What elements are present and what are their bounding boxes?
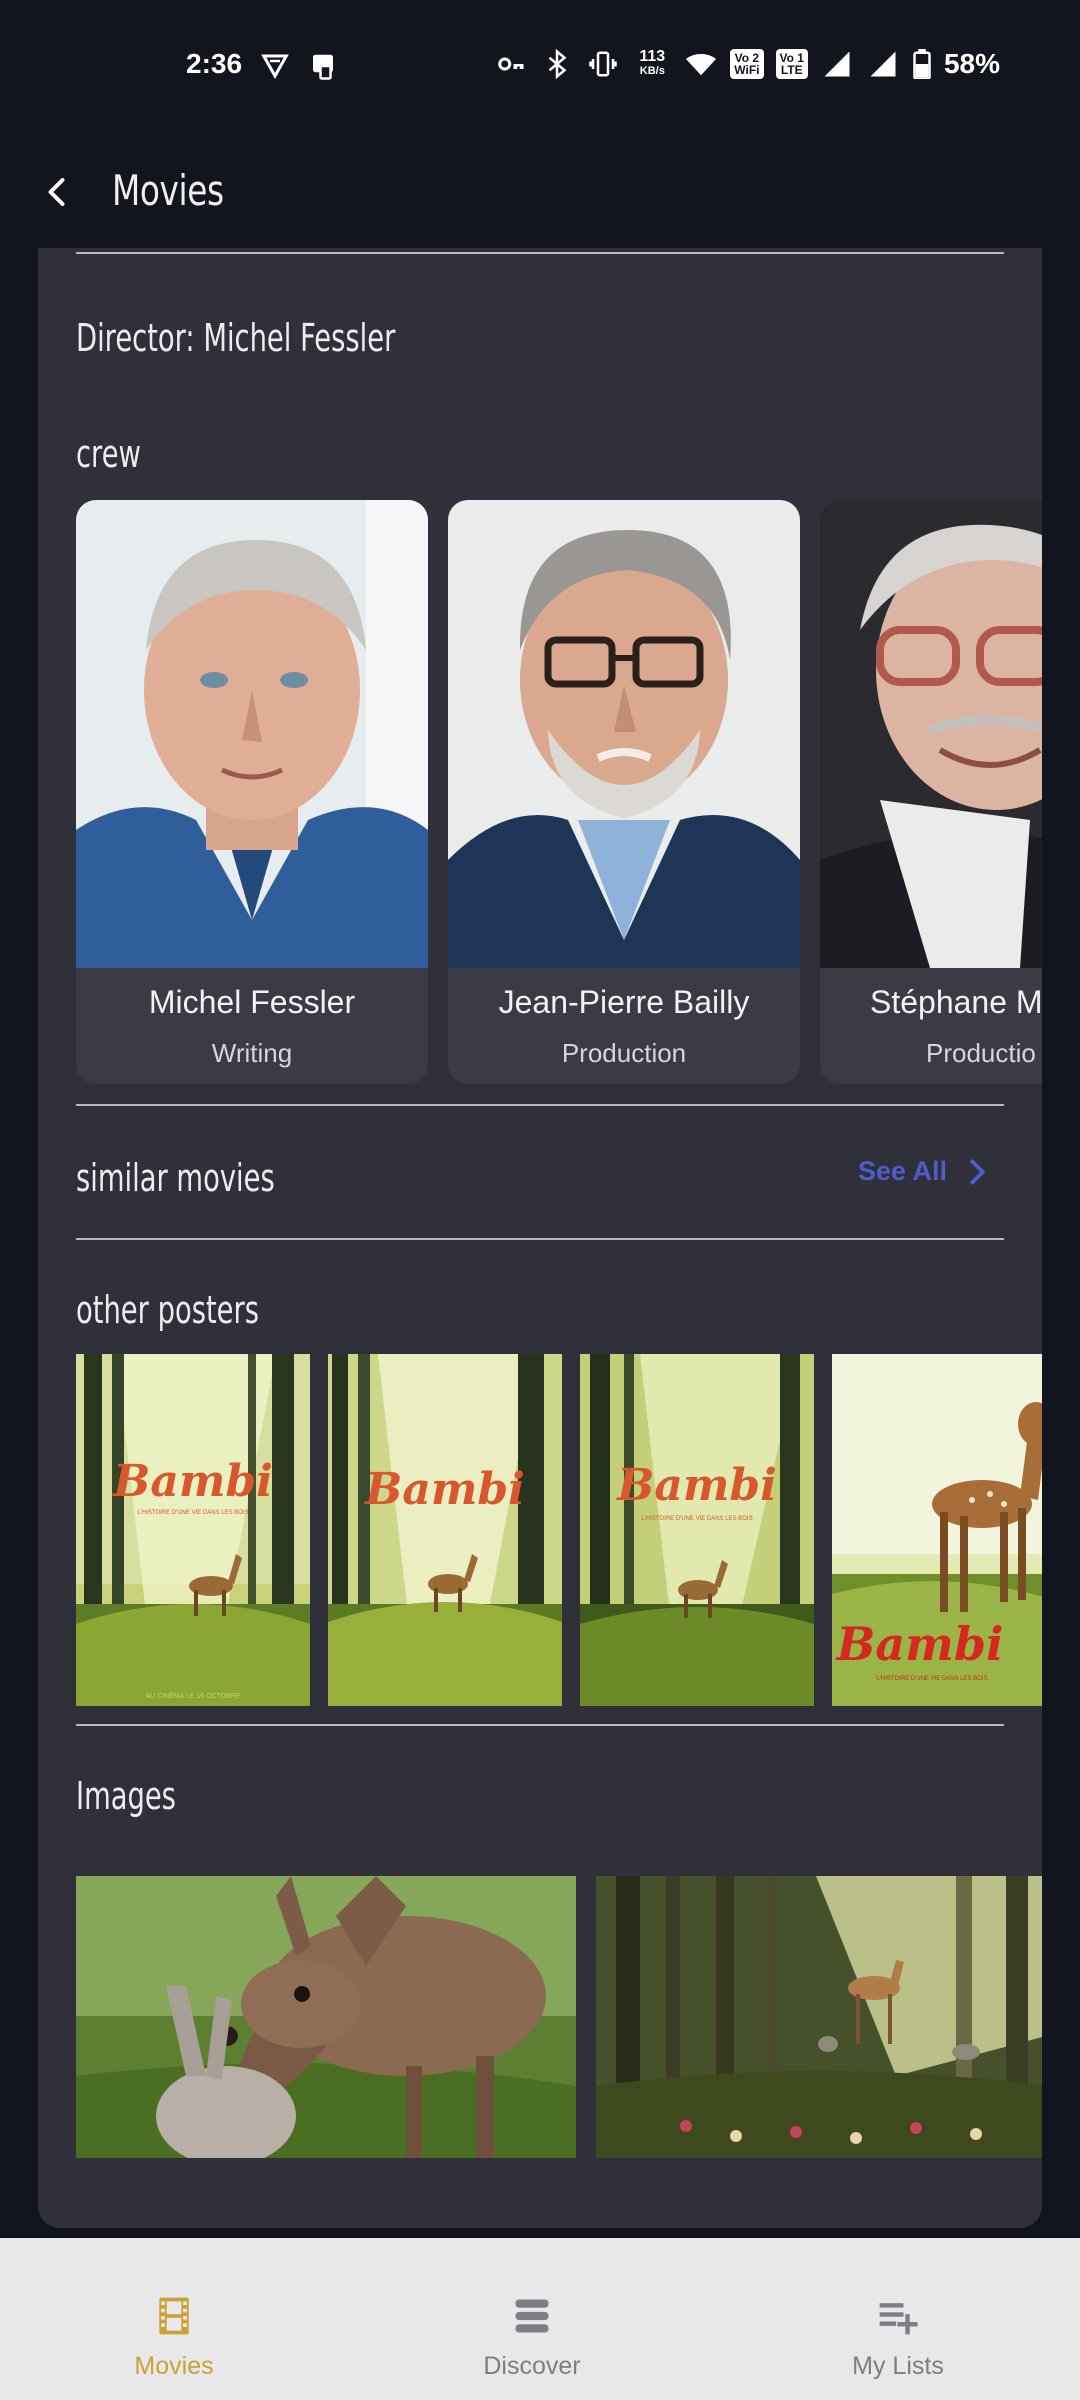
battery-level: 58% <box>943 48 1000 79</box>
chip-wifi-bottom: WiFi <box>734 63 760 77</box>
see-all-button[interactable]: See All <box>858 1156 991 1187</box>
images-list[interactable] <box>76 1876 1042 2158</box>
poster-tagline: L'HISTOIRE D'UNE VIE DANS LES BOIS <box>641 1516 752 1522</box>
crew-card[interactable]: Stéphane Mi Productio <box>820 500 1042 1084</box>
nav-my-lists[interactable]: My Lists <box>798 2238 998 2400</box>
crew-name: Stéphane Mi <box>870 984 1042 1020</box>
fawn-rabbit-image <box>76 1876 576 2158</box>
poster-title: Bambi <box>615 1460 777 1511</box>
poster-title: Bambi <box>835 1617 1004 1671</box>
chevron-right-icon <box>970 1159 985 1184</box>
divider <box>76 252 1004 254</box>
nav-label: Movies <box>134 2352 214 2380</box>
status-left-icons <box>258 50 340 82</box>
net-speed: 113 KB/s <box>632 49 672 79</box>
status-time: 2:36 <box>186 48 243 79</box>
poster-title: Bambi <box>363 1464 525 1515</box>
bluetooth-icon <box>540 48 574 80</box>
page-title: Movies <box>112 166 224 215</box>
gallery-image[interactable] <box>596 1876 1042 2158</box>
divider <box>76 1724 1004 1726</box>
film-icon <box>159 2297 189 2335</box>
movie-details-card: Director: Michel Fessler crew Michel Fes… <box>38 248 1042 2228</box>
poster-title: Bambi <box>111 1456 273 1507</box>
crew-photo <box>820 500 1042 968</box>
poster-thumbnail[interactable]: Bambi L'HISTOIRE D'UNE VIE DANS LES BOIS <box>580 1354 814 1706</box>
poster-footer: AU CINÉMA LE 16 OCTOBRE <box>145 1691 241 1700</box>
forest-scene-image <box>596 1876 1042 2158</box>
poster-image: Bambi L'HISTOIRE D'UNE VIE DANS LES BOIS <box>580 1354 814 1706</box>
poster-thumbnail[interactable]: Bambi L'HISTOIRE D'UNE VIE DANS LES BOIS… <box>76 1354 310 1706</box>
poster-thumbnail[interactable]: Bambi L'HISTOIRE D'UNE VIE DANS LES BOIS <box>832 1354 1042 1706</box>
back-button[interactable] <box>36 170 80 214</box>
chip-lte-bottom: LTE <box>780 63 803 77</box>
nav-label: My Lists <box>852 2352 944 2380</box>
volte-lte-chip: Vo 1 LTE <box>775 49 808 79</box>
nav-discover[interactable]: Discover <box>432 2238 632 2400</box>
poster-thumbnail[interactable]: Bambi <box>328 1354 562 1706</box>
crew-role: Productio <box>926 1038 1036 1068</box>
other-posters-title: other posters <box>76 1288 260 1332</box>
poster-tagline: L'HISTOIRE D'UNE VIE DANS LES BOIS <box>137 1510 248 1516</box>
screen-mirror-icon <box>306 50 340 82</box>
wifi-icon <box>684 48 718 80</box>
battery-icon <box>912 48 932 80</box>
images-title: Images <box>76 1774 176 1818</box>
volte-wifi-chip: Vo 2 WiFi <box>730 49 764 79</box>
status-bar: 2:36 113 KB/s Vo 2 WiFi Vo 1 LTE 58% <box>0 0 1080 136</box>
poster-image: Bambi L'HISTOIRE D'UNE VIE DANS LES BOIS <box>832 1354 1042 1706</box>
crew-list[interactable]: Michel Fessler Writing Jean-Pierre Baill… <box>76 500 1042 1086</box>
crew-name: Michel Fessler <box>148 984 356 1020</box>
poster-image: Bambi <box>328 1354 562 1706</box>
posters-list[interactable]: Bambi L'HISTOIRE D'UNE VIE DANS LES BOIS… <box>76 1354 1042 1706</box>
crew-photo <box>448 500 800 968</box>
vpn-shield-icon <box>258 50 292 82</box>
divider <box>76 1104 1004 1106</box>
playlist-add-icon <box>879 2303 918 2335</box>
net-speed-value: 113 <box>639 48 666 65</box>
bottom-navigation: Movies Discover My Lists <box>0 2238 1080 2400</box>
see-all-label: See All <box>858 1156 948 1186</box>
signal-2-icon <box>866 48 900 80</box>
crew-name: Jean-Pierre Bailly <box>498 984 750 1020</box>
crew-title: crew <box>76 432 141 476</box>
signal-1-icon <box>820 48 854 80</box>
crew-role: Production <box>561 1038 687 1068</box>
net-speed-unit: KB/s <box>639 65 665 77</box>
status-right-icons: 113 KB/s Vo 2 WiFi Vo 1 LTE 58% <box>494 48 1000 80</box>
gallery-image[interactable] <box>76 1876 576 2158</box>
app-bar: Movies <box>0 136 1080 248</box>
similar-movies-title: similar movies <box>76 1156 275 1200</box>
poster-tagline: L'HISTOIRE D'UNE VIE DANS LES BOIS <box>876 1676 987 1682</box>
divider <box>76 1238 1004 1240</box>
vibrate-icon <box>586 48 620 80</box>
crew-card[interactable]: Michel Fessler Writing <box>76 500 428 1084</box>
back-arrow-icon <box>48 178 65 206</box>
crew-role: Writing <box>211 1038 293 1068</box>
crew-photo <box>76 500 428 968</box>
nav-label: Discover <box>483 2352 581 2380</box>
crew-card[interactable]: Jean-Pierre Bailly Production <box>448 500 800 1084</box>
key-icon <box>494 48 528 80</box>
stack-icon <box>515 2299 549 2333</box>
poster-image: Bambi L'HISTOIRE D'UNE VIE DANS LES BOIS… <box>76 1354 310 1706</box>
director-label: Director: Michel Fessler <box>76 316 396 360</box>
nav-movies[interactable]: Movies <box>74 2238 274 2400</box>
